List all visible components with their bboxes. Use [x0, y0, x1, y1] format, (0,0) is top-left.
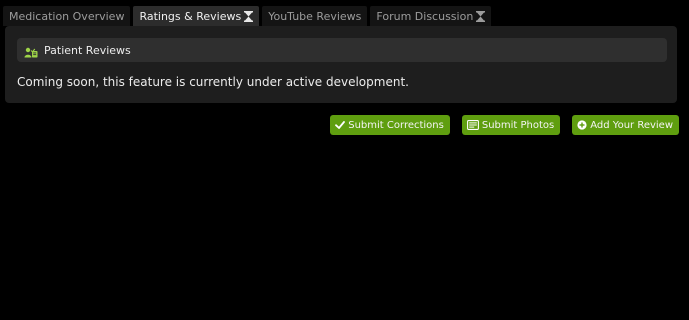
- photo-icon: [466, 120, 479, 130]
- submit-corrections-button[interactable]: Submit Corrections: [330, 115, 450, 135]
- tab-label: Forum Discussion: [376, 9, 474, 23]
- add-your-review-button[interactable]: Add Your Review: [572, 115, 679, 135]
- plus-circle-icon: [577, 120, 587, 130]
- patient-reviews-icon: [24, 44, 38, 58]
- add-your-review-label: Add Your Review: [590, 119, 673, 131]
- coming-soon-message: Coming soon, this feature is currently u…: [17, 75, 409, 89]
- reviews-panel: Patient Reviews Coming soon, this featur…: [5, 26, 677, 103]
- tab-ratings-reviews[interactable]: Ratings & Reviews: [133, 6, 260, 26]
- tab-medication-overview[interactable]: Medication Overview: [3, 6, 131, 26]
- hourglass-icon: [244, 10, 254, 22]
- check-icon: [335, 120, 346, 130]
- tab-forum-discussion[interactable]: Forum Discussion: [370, 6, 492, 26]
- tab-label: Ratings & Reviews: [139, 9, 242, 23]
- submit-photos-button[interactable]: Submit Photos: [461, 115, 561, 135]
- submit-corrections-label: Submit Corrections: [348, 119, 444, 131]
- submit-photos-label: Submit Photos: [481, 119, 555, 131]
- hourglass-icon: [476, 10, 486, 22]
- tab-label: YouTube Reviews: [268, 9, 362, 23]
- tab-youtube-reviews[interactable]: YouTube Reviews: [262, 6, 368, 26]
- panel-header: Patient Reviews: [17, 38, 667, 62]
- action-buttons: Submit Corrections Submit Photos Add You…: [330, 115, 679, 135]
- tab-label: Medication Overview: [9, 9, 125, 23]
- panel-title: Patient Reviews: [44, 43, 131, 57]
- tab-bar: Medication Overview Ratings & Reviews Yo…: [3, 6, 492, 26]
